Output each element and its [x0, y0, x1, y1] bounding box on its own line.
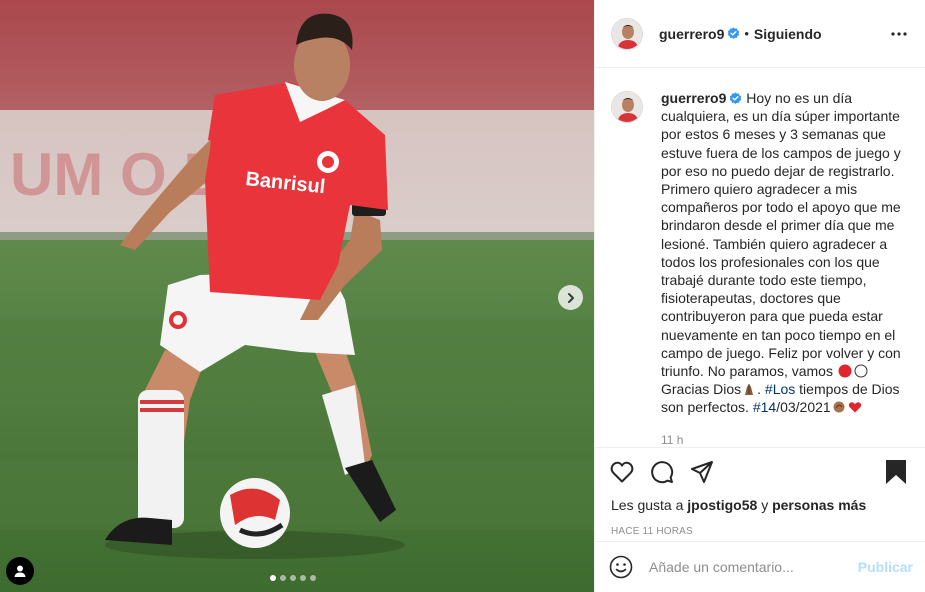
caption-part-3: .	[757, 381, 762, 398]
tagged-users-button[interactable]	[6, 557, 34, 585]
red-circle-emoji-icon	[838, 364, 852, 378]
profile-photo	[612, 92, 642, 122]
red-heart-emoji-icon	[848, 402, 861, 413]
publish-button[interactable]: Publicar	[858, 559, 913, 575]
post-media[interactable]: UM O ELO Banrisul	[0, 0, 594, 592]
post-side-panel: guerrero9 • Siguiendo guerrero9 Hoy no e…	[594, 0, 925, 592]
username-link[interactable]: guerrero9	[659, 26, 724, 42]
hashtag-link[interactable]: #Los	[765, 381, 795, 397]
verified-badge-icon	[728, 27, 740, 39]
heart-icon	[610, 461, 634, 483]
more-options-icon	[891, 31, 907, 36]
carousel-dot-active	[270, 575, 276, 581]
separator-dot: •	[744, 26, 749, 41]
emoji-button[interactable]	[609, 555, 633, 579]
caption: guerrero9 Hoy no es un día cualquiera, e…	[611, 89, 909, 447]
share-icon	[691, 461, 713, 483]
muscle-emoji-icon	[833, 401, 845, 413]
like-button[interactable]	[607, 457, 637, 487]
comment-input[interactable]	[649, 559, 839, 575]
likes-prefix: Les gusta a	[611, 497, 684, 513]
hashtag-link[interactable]: #14	[753, 399, 776, 415]
save-button[interactable]	[881, 457, 911, 487]
carousel-dot	[290, 575, 296, 581]
add-comment-bar: Publicar	[595, 541, 925, 592]
liker-username-link[interactable]: jpostigo58	[687, 497, 757, 513]
carousel-indicator	[270, 575, 316, 581]
user-tag-icon	[14, 565, 26, 577]
carousel-dot	[280, 575, 286, 581]
likes-summary: Les gusta a jpostigo58 y personas más	[595, 496, 925, 516]
caption-part-2: Gracias Dios	[661, 381, 742, 398]
following-button[interactable]: Siguiendo	[754, 26, 822, 42]
comment-timestamp: 11 h	[661, 432, 684, 447]
likes-others-link[interactable]: personas más	[772, 497, 866, 513]
avatar[interactable]	[611, 91, 643, 123]
verified-badge-icon	[730, 92, 742, 104]
caption-text: guerrero9 Hoy no es un día cualquiera, e…	[661, 89, 909, 417]
chevron-right-icon	[567, 292, 574, 303]
caption-part-1: Hoy no es un día cualquiera, es un día s…	[661, 90, 901, 380]
carousel-dot	[300, 575, 306, 581]
profile-photo	[612, 18, 642, 49]
share-button[interactable]	[687, 457, 717, 487]
caption-username-link[interactable]: guerrero9	[661, 90, 726, 106]
caption-part-5: /03/2021	[776, 399, 831, 416]
bookmark-icon	[886, 460, 906, 484]
more-options-button[interactable]	[889, 31, 909, 36]
avatar[interactable]	[611, 17, 643, 50]
comments-list[interactable]: guerrero9 Hoy no es un día cualquiera, e…	[595, 69, 925, 447]
comment-button[interactable]	[647, 457, 677, 487]
post-date[interactable]: HACE 11 HORAS	[595, 526, 925, 537]
post-header: guerrero9 • Siguiendo	[595, 0, 925, 68]
comment-icon	[651, 461, 674, 484]
carousel-dot	[310, 575, 316, 581]
post-actions: Les gusta a jpostigo58 y personas más HA…	[595, 447, 925, 537]
praying-emoji-icon	[745, 384, 754, 396]
white-circle-emoji-icon	[854, 364, 868, 378]
post-photo: UM O ELO Banrisul	[0, 0, 594, 592]
emoji-icon	[609, 555, 633, 579]
likes-connector: y	[761, 497, 769, 513]
carousel-next-button[interactable]	[558, 285, 583, 310]
